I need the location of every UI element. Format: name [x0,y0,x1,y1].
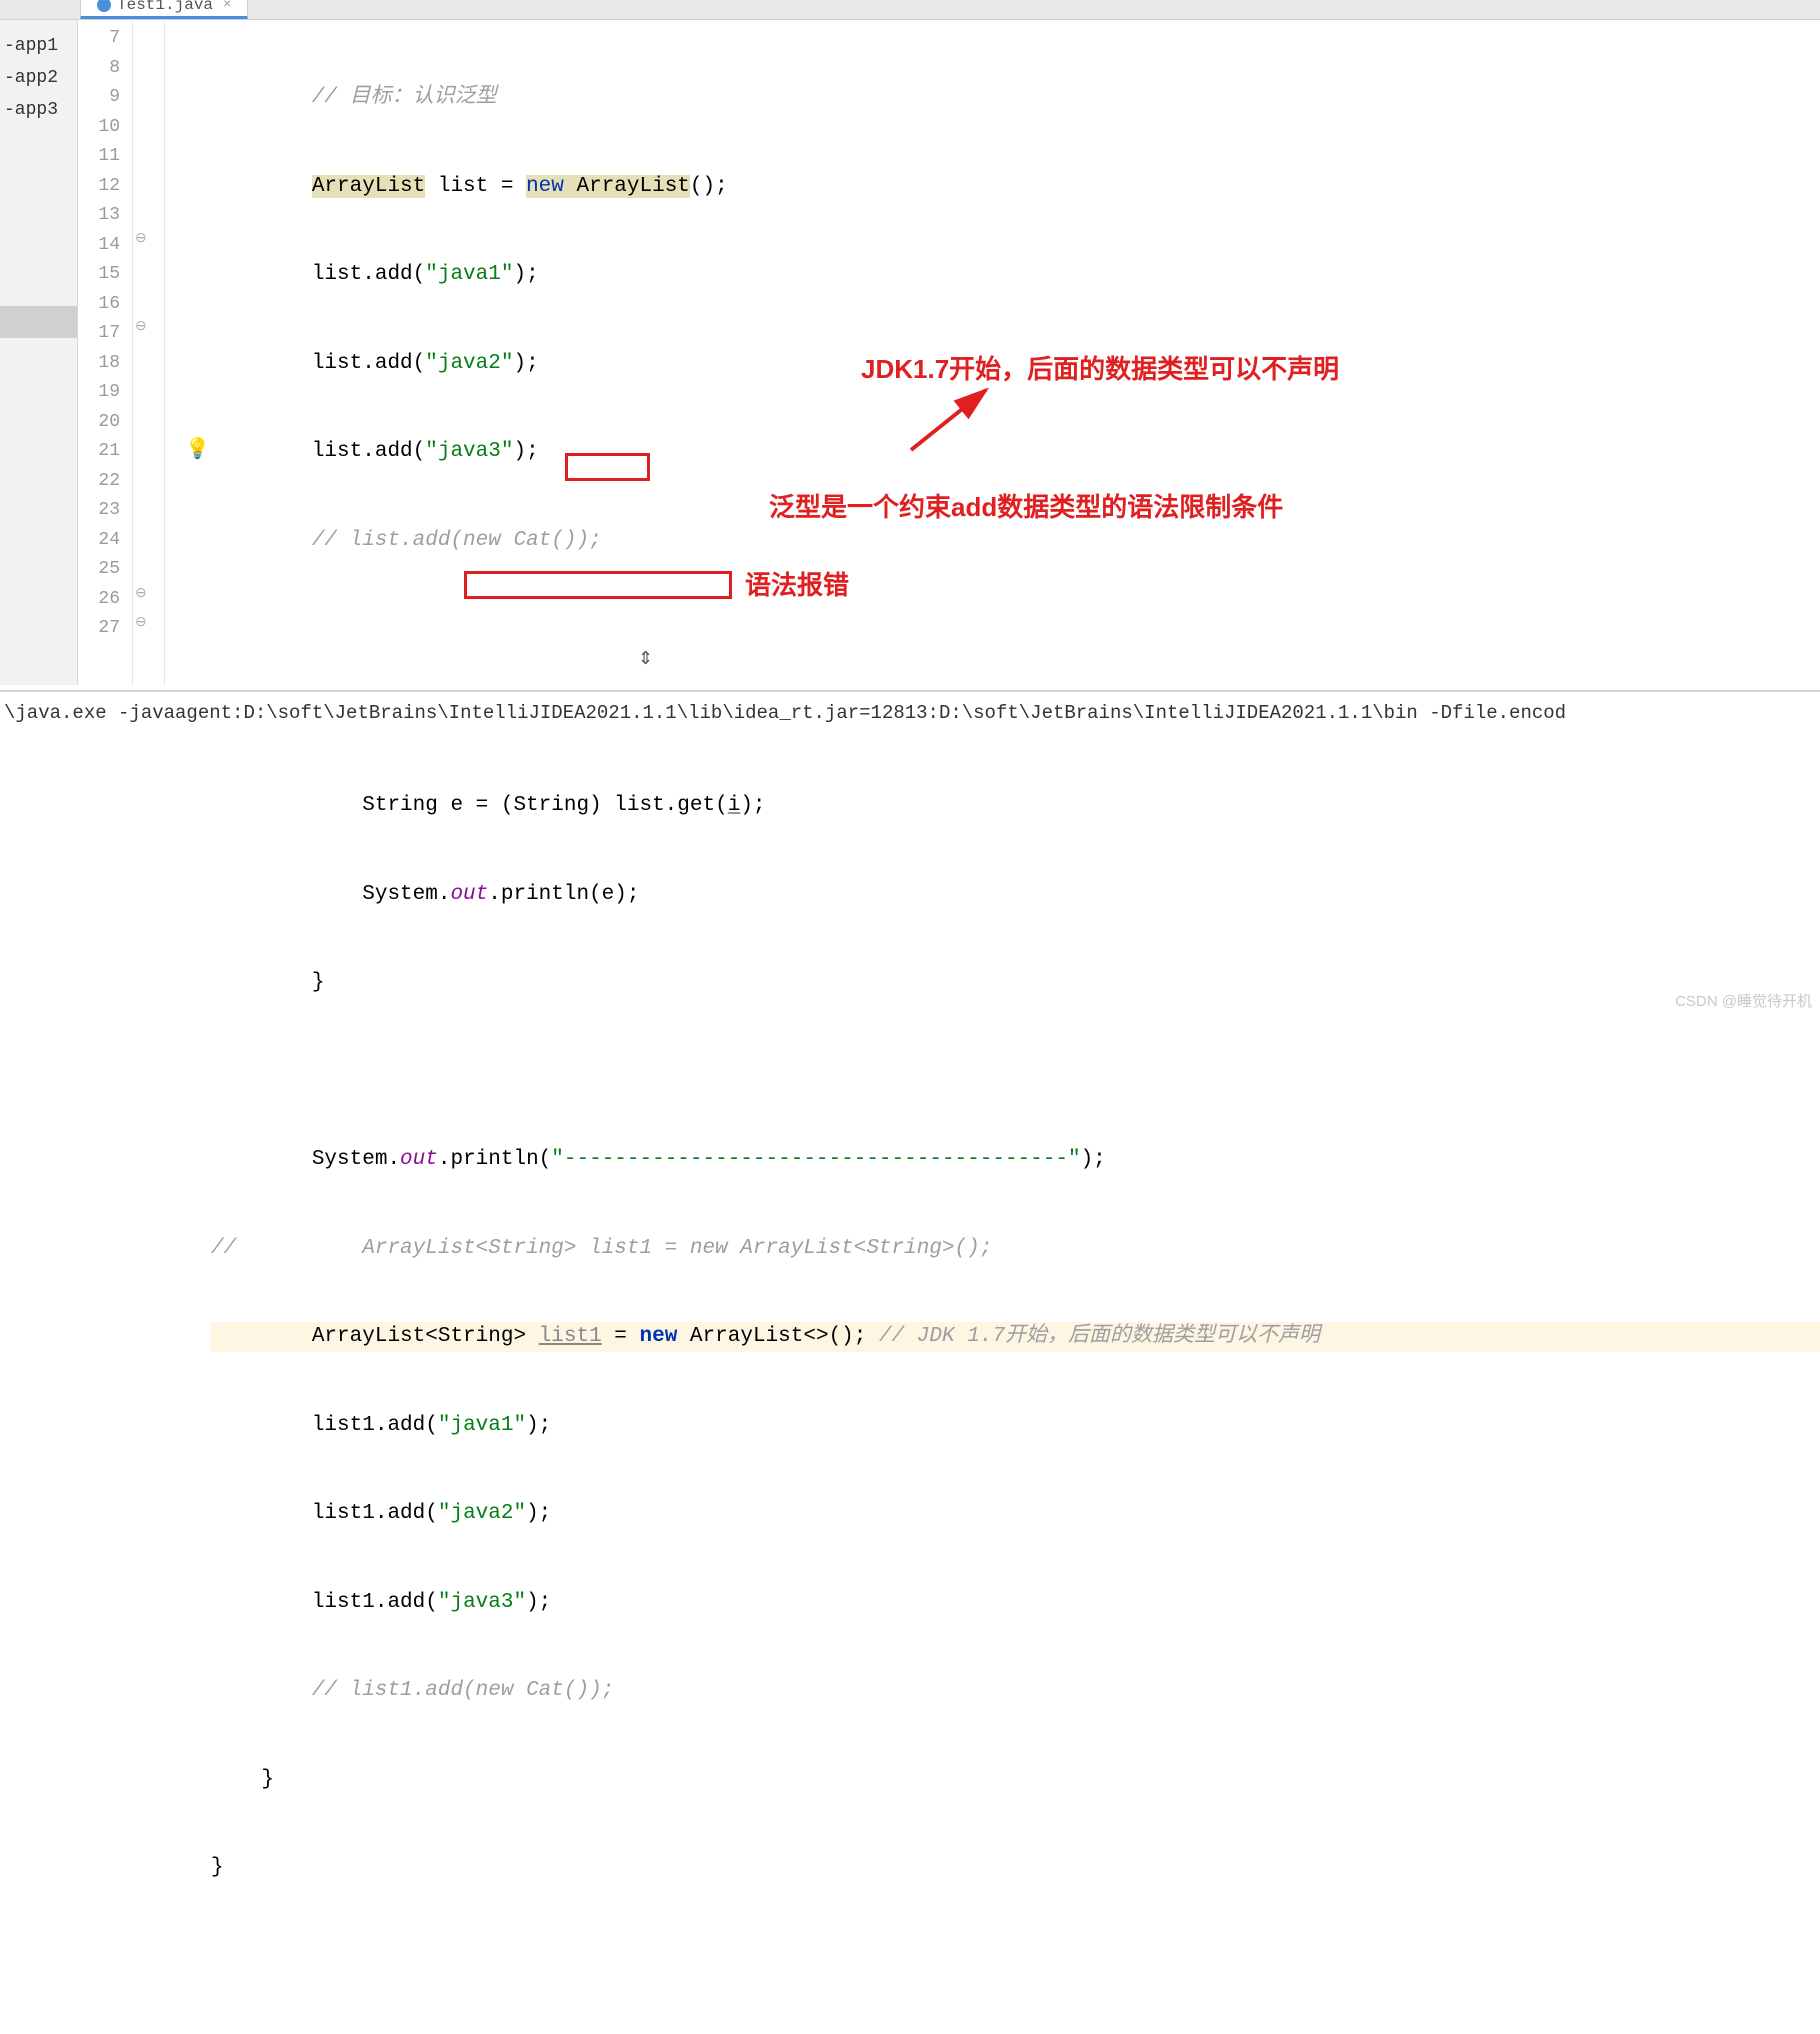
lightbulb-icon[interactable]: 💡 [185,436,210,462]
code-comment: // 目标：认识泛型 [312,86,497,109]
annotation-error: 语法报错 [745,571,849,601]
tab-bar: Test1.java × [0,0,1820,20]
console-text: \java.exe -javaagent:D:\soft\JetBrains\I… [4,702,1566,724]
sidebar-item-app3[interactable]: -app3 [0,94,77,126]
close-icon[interactable]: × [223,0,231,13]
tab-title: Test1.java [117,0,213,14]
fold-icon[interactable]: ⊖ [135,585,147,602]
fold-gutter: ⊖ ⊖ ⊖ ⊖ [133,20,165,685]
watermark: CSDN @睡觉待开机 [1675,990,1812,1011]
line-number-gutter: 78910111213 14151617181920 2122232425262… [78,20,133,685]
resize-cursor-icon: ⇕ [638,648,653,670]
fold-icon[interactable]: ⊖ [135,230,147,247]
sidebar-item-selected[interactable] [0,306,77,338]
editor-area: -app1 -app2 -app3 78910111213 1415161718… [0,20,1820,685]
annotation-box-error [464,571,732,599]
console-output[interactable]: \java.exe -javaagent:D:\soft\JetBrains\I… [0,690,1820,734]
code-editor[interactable]: // 目标：认识泛型 ArrayList list = new ArrayLis… [211,20,1820,685]
file-tab[interactable]: Test1.java × [80,0,248,19]
project-sidebar: -app1 -app2 -app3 [0,20,78,685]
fold-icon[interactable]: ⊖ [135,318,147,335]
annotation-generic: 泛型是一个约束add数据类型的语法限制条件 [769,493,1283,523]
sidebar-item-app1[interactable]: -app1 [0,30,77,62]
sidebar-item-app2[interactable]: -app2 [0,62,77,94]
java-file-icon [97,0,111,12]
icon-gutter: 💡 [165,20,211,685]
current-line: ArrayList<String> list1 = new ArrayList<… [211,1322,1820,1352]
annotation-jdk: JDK1.7开始，后面的数据类型可以不声明 [861,355,1339,385]
fold-icon[interactable]: ⊖ [135,614,147,631]
